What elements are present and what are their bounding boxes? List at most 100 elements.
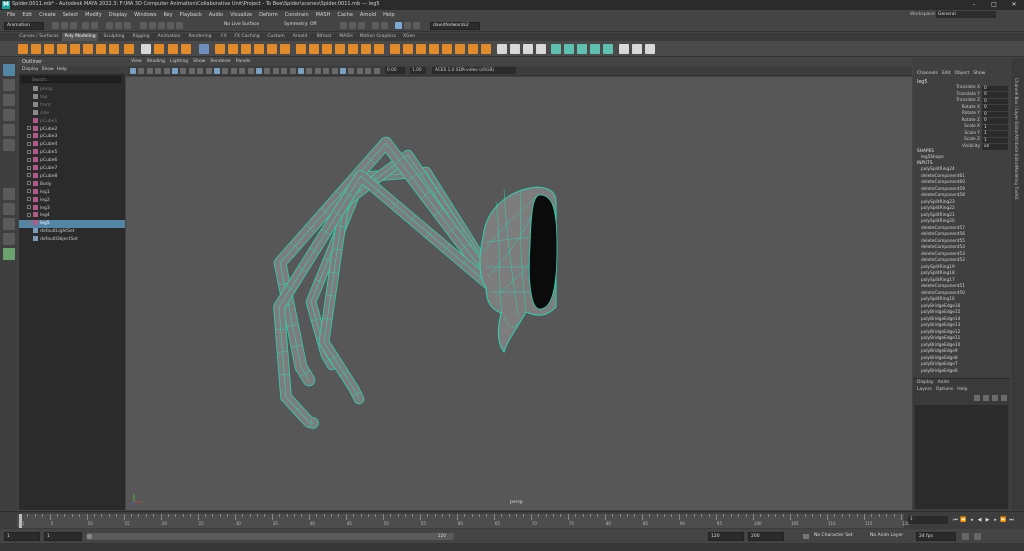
center-pivot-icon[interactable] [619,44,629,54]
type-tool-icon[interactable] [168,44,178,54]
move-tool-icon[interactable] [3,109,15,121]
channel-value-field[interactable]: 0 [982,118,1008,124]
shelf-tab-fx-caching[interactable]: FX Caching [233,33,261,41]
menu-visualize[interactable]: Visualize [230,12,252,18]
channel-value-field[interactable]: 1 [982,137,1008,143]
expand-icon[interactable] [27,173,31,178]
smooth-icon[interactable] [241,44,251,54]
outliner-item[interactable]: pCube3 [19,133,125,141]
snap-grid-icon[interactable] [140,22,147,29]
viewport-persp[interactable]: persp [126,77,912,510]
shelf-tab-fx[interactable]: FX [217,33,231,41]
mirror-icon[interactable] [296,44,306,54]
scale-tool-icon[interactable] [3,139,15,151]
menu-modify[interactable]: Modify [85,12,102,18]
viewport-tool-icon[interactable] [314,68,321,74]
outliner-item[interactable]: side [19,109,125,118]
layer-list[interactable] [915,405,1008,509]
poly-torus-icon[interactable] [70,44,80,54]
render-settings-icon[interactable] [358,22,365,29]
viewport-tool-icon[interactable] [146,68,153,74]
command-line[interactable] [0,543,1024,551]
viewport-tool-icon[interactable] [356,68,363,74]
viewport-menu-show[interactable]: Show [193,58,205,66]
viewport-tool-icon[interactable] [331,68,338,74]
offset-edge-loop-icon[interactable] [416,44,426,54]
select-object-icon[interactable] [115,22,122,29]
mesh-display-icon[interactable] [199,44,209,54]
expand-icon[interactable] [27,165,31,170]
menu-help[interactable]: Help [383,12,394,18]
ipr-render-icon[interactable] [349,22,356,29]
render-icon[interactable] [340,22,347,29]
viewport-tool-icon[interactable] [230,68,237,74]
outliner-item[interactable]: leg4 [19,212,125,220]
layer-menu-layers[interactable]: Layers [917,386,932,393]
fill-hole-icon[interactable] [361,44,371,54]
poly-disc-icon[interactable] [96,44,106,54]
separate-icon[interactable] [228,44,238,54]
viewport-tool-icon[interactable] [373,68,380,74]
viewport-menu-shading[interactable]: Shading [147,58,165,66]
viewport-tool-icon[interactable] [264,68,271,74]
channel-value-field[interactable]: 1 [982,131,1008,137]
anim-end-field[interactable]: 200 [748,532,784,541]
channel-value-field[interactable]: on [982,144,1008,150]
insert-edge-loop-icon[interactable] [403,44,413,54]
symmetry-dropdown[interactable]: Symmetry: Off [282,22,330,30]
viewport-tool-icon[interactable] [247,68,254,74]
combine-icon[interactable] [215,44,225,54]
freeze-transform-icon[interactable] [632,44,642,54]
expand-icon[interactable] [27,181,31,186]
triangulate-icon[interactable] [523,44,533,54]
auto-key-icon[interactable] [962,533,969,540]
channel-value-field[interactable]: 0 [982,111,1008,117]
go-to-start-icon[interactable]: ⏮ [952,517,959,524]
make-hole-icon[interactable] [374,44,384,54]
hypershade-icon[interactable] [372,22,379,29]
sign-in-icon[interactable] [395,22,402,29]
select-tool-icon[interactable] [3,64,15,76]
undo-icon[interactable] [82,22,89,29]
viewport-tool-icon[interactable] [138,68,145,74]
spin-edge-icon[interactable] [510,44,520,54]
expand-icon[interactable] [27,212,31,217]
poly-cone-icon[interactable] [57,44,67,54]
super-shape-icon[interactable] [141,44,151,54]
exposure-field[interactable]: 0.00 [385,67,405,74]
persp-outliner-icon[interactable] [3,218,15,230]
save-scene-icon[interactable] [70,22,77,29]
shelf-tab-xgen[interactable]: XGen [400,33,418,41]
poly-cylinder-icon[interactable] [44,44,54,54]
snap-point-icon[interactable] [158,22,165,29]
colorspace-dropdown[interactable]: ACES 1.0 SDR-video (sRGB) [432,67,516,74]
shape-node[interactable]: leg5Shape [921,155,944,160]
viewport-tool-icon[interactable] [289,68,296,74]
attribute-editor-tab[interactable]: Attribute Editor [1014,134,1019,166]
slide-edge-icon[interactable] [468,44,478,54]
channel-menu-object[interactable]: Object [955,70,970,78]
modeling-toolkit-icon[interactable] [404,22,411,29]
channel-menu-show[interactable]: Show [973,70,985,78]
outliner-item[interactable]: leg3 [19,204,125,213]
viewport-menu-view[interactable]: View [131,58,142,66]
menu-create[interactable]: Create [39,12,56,18]
layer-tab-display[interactable]: Display [917,379,934,386]
modeling-toolkit-tab[interactable]: Modeling Toolkit [1014,166,1019,200]
viewport-tool-icon[interactable] [239,68,246,74]
shelf-tab-bifrost[interactable]: Bifrost [313,33,335,41]
outliner-item[interactable]: front [19,101,125,110]
character-set-dropdown[interactable]: No Character Set [812,532,860,541]
move-layer-up-icon[interactable] [974,395,980,401]
poly-pipe-icon[interactable] [124,44,134,54]
menu-constrain[interactable]: Constrain [285,12,309,18]
shelf-tab-mash[interactable]: MASH [337,33,355,41]
paint-select-icon[interactable] [3,94,15,106]
expand-icon[interactable] [27,157,31,162]
current-frame-field[interactable]: 1 [908,516,948,524]
menu-cache[interactable]: Cache [337,12,353,18]
expand-icon[interactable] [27,141,31,146]
menu-arnold[interactable]: Arnold [360,12,376,18]
shelf-tab-arnold[interactable]: Arnold [290,33,310,41]
lasso-tool-icon[interactable] [3,79,15,91]
